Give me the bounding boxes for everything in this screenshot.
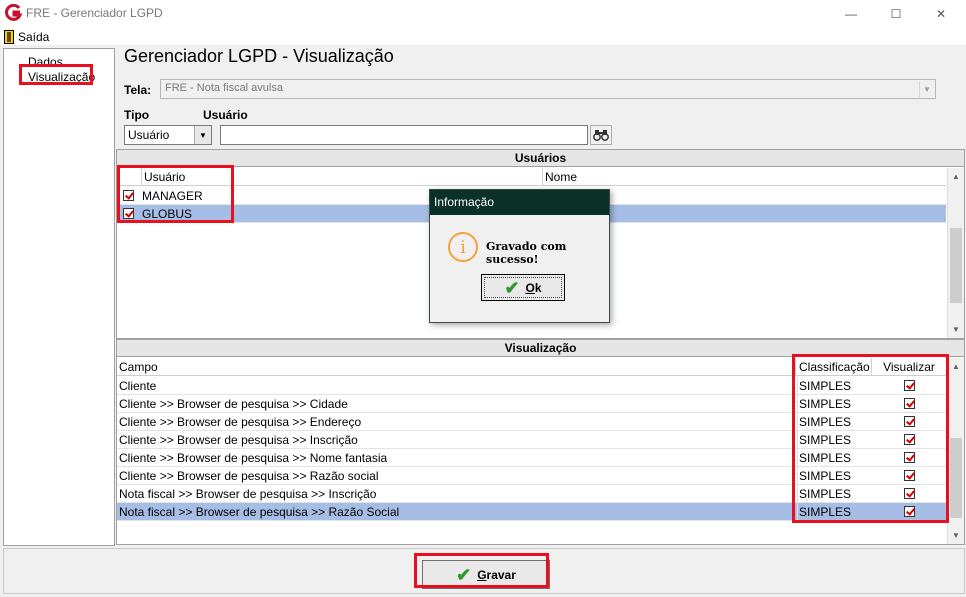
- maximize-button[interactable]: ☐: [873, 0, 919, 28]
- vis-classificacao: SIMPLES: [797, 467, 852, 485]
- usuario-input[interactable]: [220, 125, 588, 145]
- vis-scrollbar[interactable]: ▲ ▼: [947, 358, 964, 544]
- close-icon: ✕: [935, 7, 947, 21]
- vis-campo: Cliente >> Browser de pesquisa >> Inscri…: [119, 433, 358, 447]
- vis-row[interactable]: Cliente SIMPLES: [117, 377, 946, 395]
- info-dialog: Informação i Gravado com sucesso! ✔ Ok: [429, 189, 610, 323]
- vis-classificacao: SIMPLES: [797, 431, 852, 449]
- menu-exit-label: Saída: [18, 29, 50, 44]
- minimize-button[interactable]: —: [828, 0, 874, 28]
- vis-campo: Cliente >> Browser de pesquisa >> Endere…: [119, 415, 362, 429]
- ok-label: Ok: [525, 280, 542, 295]
- column-header-usuario[interactable]: Usuário: [141, 168, 541, 186]
- usuario-label: Usuário: [203, 108, 248, 122]
- users-panel-title: Usuários: [117, 150, 964, 167]
- checkbox-user-manager[interactable]: [123, 190, 134, 201]
- vis-row[interactable]: Cliente >> Browser de pesquisa >> Nome f…: [117, 449, 946, 467]
- scroll-down-icon[interactable]: ▼: [948, 527, 964, 544]
- vis-classificacao: SIMPLES: [797, 395, 852, 413]
- chevron-down-icon: ▼: [194, 126, 211, 144]
- menu-bar: Saída: [0, 28, 966, 45]
- column-header-classificacao[interactable]: Classificação: [795, 358, 870, 376]
- checkbox-visualizar[interactable]: [904, 434, 915, 445]
- vis-classificacao: SIMPLES: [797, 449, 852, 467]
- title-bar: FRE - Gerenciador LGPD — ☐ ✕: [0, 0, 966, 28]
- vis-classificacao: SIMPLES: [797, 503, 852, 521]
- vis-row[interactable]: Cliente >> Browser de pesquisa >> Endere…: [117, 413, 946, 431]
- vis-classificacao: SIMPLES: [797, 413, 852, 431]
- tipo-label: Tipo: [124, 108, 150, 122]
- ok-button[interactable]: ✔ Ok: [481, 274, 565, 301]
- vis-row[interactable]: Nota fiscal >> Browser de pesquisa >> In…: [117, 485, 946, 503]
- scroll-up-icon[interactable]: ▲: [948, 168, 964, 185]
- footer-bar: ✔ Gravar: [3, 548, 965, 594]
- column-header-campo[interactable]: Campo: [119, 358, 793, 376]
- gravar-button[interactable]: ✔ Gravar: [422, 560, 550, 589]
- checkbox-visualizar[interactable]: [904, 506, 915, 517]
- vis-campo: Cliente >> Browser de pesquisa >> Razão …: [119, 469, 379, 483]
- info-icon: i: [448, 232, 478, 262]
- search-button[interactable]: [590, 125, 612, 145]
- vis-panel-title: Visualização: [117, 340, 964, 357]
- side-nav: Dados Visualização: [3, 48, 115, 546]
- scroll-down-icon[interactable]: ▼: [948, 321, 964, 338]
- scroll-up-icon[interactable]: ▲: [948, 358, 964, 375]
- fre-logo-icon: [5, 4, 22, 21]
- page-title: Gerenciador LGPD - Visualização: [124, 46, 394, 66]
- vis-campo: Cliente: [119, 379, 157, 393]
- column-header-visualizar[interactable]: Visualizar: [871, 358, 946, 376]
- tipo-select[interactable]: Usuário ▼: [124, 125, 212, 145]
- minimize-icon: —: [845, 7, 857, 21]
- checkbox-visualizar[interactable]: [904, 470, 915, 481]
- vis-row[interactable]: Nota fiscal >> Browser de pesquisa >> Ra…: [117, 503, 946, 521]
- tela-value: FRE - Nota fiscal avulsa: [165, 82, 283, 94]
- nav-item-visualizacao[interactable]: Visualização: [26, 70, 97, 84]
- vis-classificacao: SIMPLES: [797, 377, 852, 395]
- tela-label: Tela:: [124, 83, 152, 97]
- vis-campo: Nota fiscal >> Browser de pesquisa >> In…: [119, 487, 377, 501]
- column-header-nome[interactable]: Nome: [542, 168, 946, 186]
- users-scrollbar[interactable]: ▲ ▼: [947, 168, 964, 338]
- vis-row[interactable]: Cliente >> Browser de pesquisa >> Inscri…: [117, 431, 946, 449]
- checkbox-visualizar[interactable]: [904, 452, 915, 463]
- visualizacao-panel: Visualização Campo Classificação Visuali…: [116, 339, 965, 545]
- user-usuario: GLOBUS: [142, 207, 193, 221]
- users-grid-header: Usuário Nome: [117, 168, 946, 186]
- vis-row[interactable]: Cliente >> Browser de pesquisa >> Cidade…: [117, 395, 946, 413]
- vis-grid-header: Campo Classificação Visualizar: [117, 358, 946, 376]
- scroll-thumb[interactable]: [950, 438, 962, 518]
- binoculars-icon: [593, 130, 609, 141]
- nav-item-dados[interactable]: Dados: [26, 55, 65, 69]
- main-window: Dados Visualização Gerenciador LGPD - Vi…: [0, 45, 966, 597]
- maximize-icon: ☐: [890, 7, 902, 21]
- dialog-title: Informação: [430, 190, 609, 215]
- checkbox-visualizar[interactable]: [904, 380, 915, 391]
- window-title: FRE - Gerenciador LGPD: [26, 6, 163, 20]
- check-icon: ✔: [504, 277, 520, 298]
- vis-campo: Cliente >> Browser de pesquisa >> Nome f…: [119, 451, 388, 465]
- tela-combo[interactable]: FRE - Nota fiscal avulsa ▼: [160, 79, 936, 99]
- close-button[interactable]: ✕: [918, 0, 964, 28]
- vis-campo: Nota fiscal >> Browser de pesquisa >> Ra…: [119, 505, 400, 519]
- dialog-message: Gravado com sucesso!: [486, 240, 567, 266]
- vis-campo: Cliente >> Browser de pesquisa >> Cidade: [119, 397, 348, 411]
- checkbox-visualizar[interactable]: [904, 398, 915, 409]
- tipo-value: Usuário: [128, 128, 170, 142]
- vis-row[interactable]: Cliente >> Browser de pesquisa >> Razão …: [117, 467, 946, 485]
- checkbox-visualizar[interactable]: [904, 488, 915, 499]
- chevron-down-icon: ▼: [919, 81, 934, 97]
- gravar-label: Gravar: [477, 567, 516, 582]
- vis-classificacao: SIMPLES: [797, 485, 852, 503]
- menu-exit[interactable]: Saída: [4, 28, 49, 45]
- checkbox-visualizar[interactable]: [904, 416, 915, 427]
- scroll-thumb[interactable]: [950, 228, 962, 303]
- user-usuario: MANAGER: [142, 189, 203, 203]
- check-icon: ✔: [456, 564, 472, 585]
- checkbox-user-globus[interactable]: [123, 208, 134, 219]
- door-icon: [4, 29, 14, 44]
